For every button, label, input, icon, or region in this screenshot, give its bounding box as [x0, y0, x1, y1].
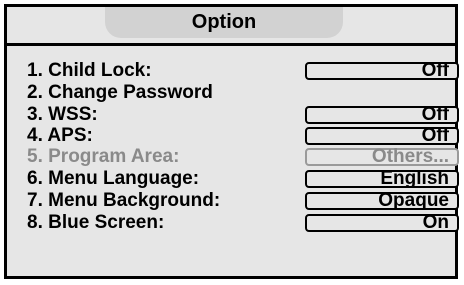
menu-item-blue-screen[interactable]: 8. Blue Screen: On — [7, 212, 459, 233]
menu-background-value-box[interactable]: Opaque — [305, 191, 459, 210]
menu-language-label: 6. Menu Language: — [27, 168, 200, 189]
program-area-label: 5. Program Area: — [27, 146, 180, 167]
title-divider — [7, 43, 455, 46]
child-lock-label: 1. Child Lock: — [27, 60, 152, 81]
menu-item-child-lock[interactable]: 1. Child Lock: Off — [7, 60, 459, 81]
program-area-value-box: Others... — [305, 147, 459, 166]
menu-item-program-area: 5. Program Area: Others... — [7, 146, 459, 167]
change-password-label: 2. Change Password — [27, 82, 213, 103]
aps-label: 4. APS: — [27, 125, 93, 146]
menu-item-wss[interactable]: 3. WSS: Off — [7, 104, 459, 125]
osd-screen: Option 1. Child Lock: Off 2. Change Pass… — [0, 0, 464, 285]
blue-screen-label: 8. Blue Screen: — [27, 212, 165, 233]
aps-value-box[interactable]: Off — [305, 126, 459, 145]
menu-background-label: 7. Menu Background: — [27, 190, 221, 211]
menu-item-menu-background[interactable]: 7. Menu Background: Opaque — [7, 190, 459, 211]
menu-title-text: Option — [191, 11, 257, 33]
menu-item-menu-language[interactable]: 6. Menu Language: English — [7, 168, 459, 189]
child-lock-value-box[interactable]: Off — [305, 61, 459, 80]
menu-item-change-password[interactable]: 2. Change Password — [7, 83, 455, 103]
menu-item-aps[interactable]: 4. APS: Off — [7, 125, 459, 146]
wss-label: 3. WSS: — [27, 104, 98, 125]
blue-screen-value-box[interactable]: On — [305, 213, 459, 232]
option-menu-panel: Option 1. Child Lock: Off 2. Change Pass… — [4, 4, 459, 279]
menu-language-value-box[interactable]: English — [305, 169, 459, 188]
wss-value-box[interactable]: Off — [305, 105, 459, 124]
menu-title: Option — [105, 7, 343, 38]
